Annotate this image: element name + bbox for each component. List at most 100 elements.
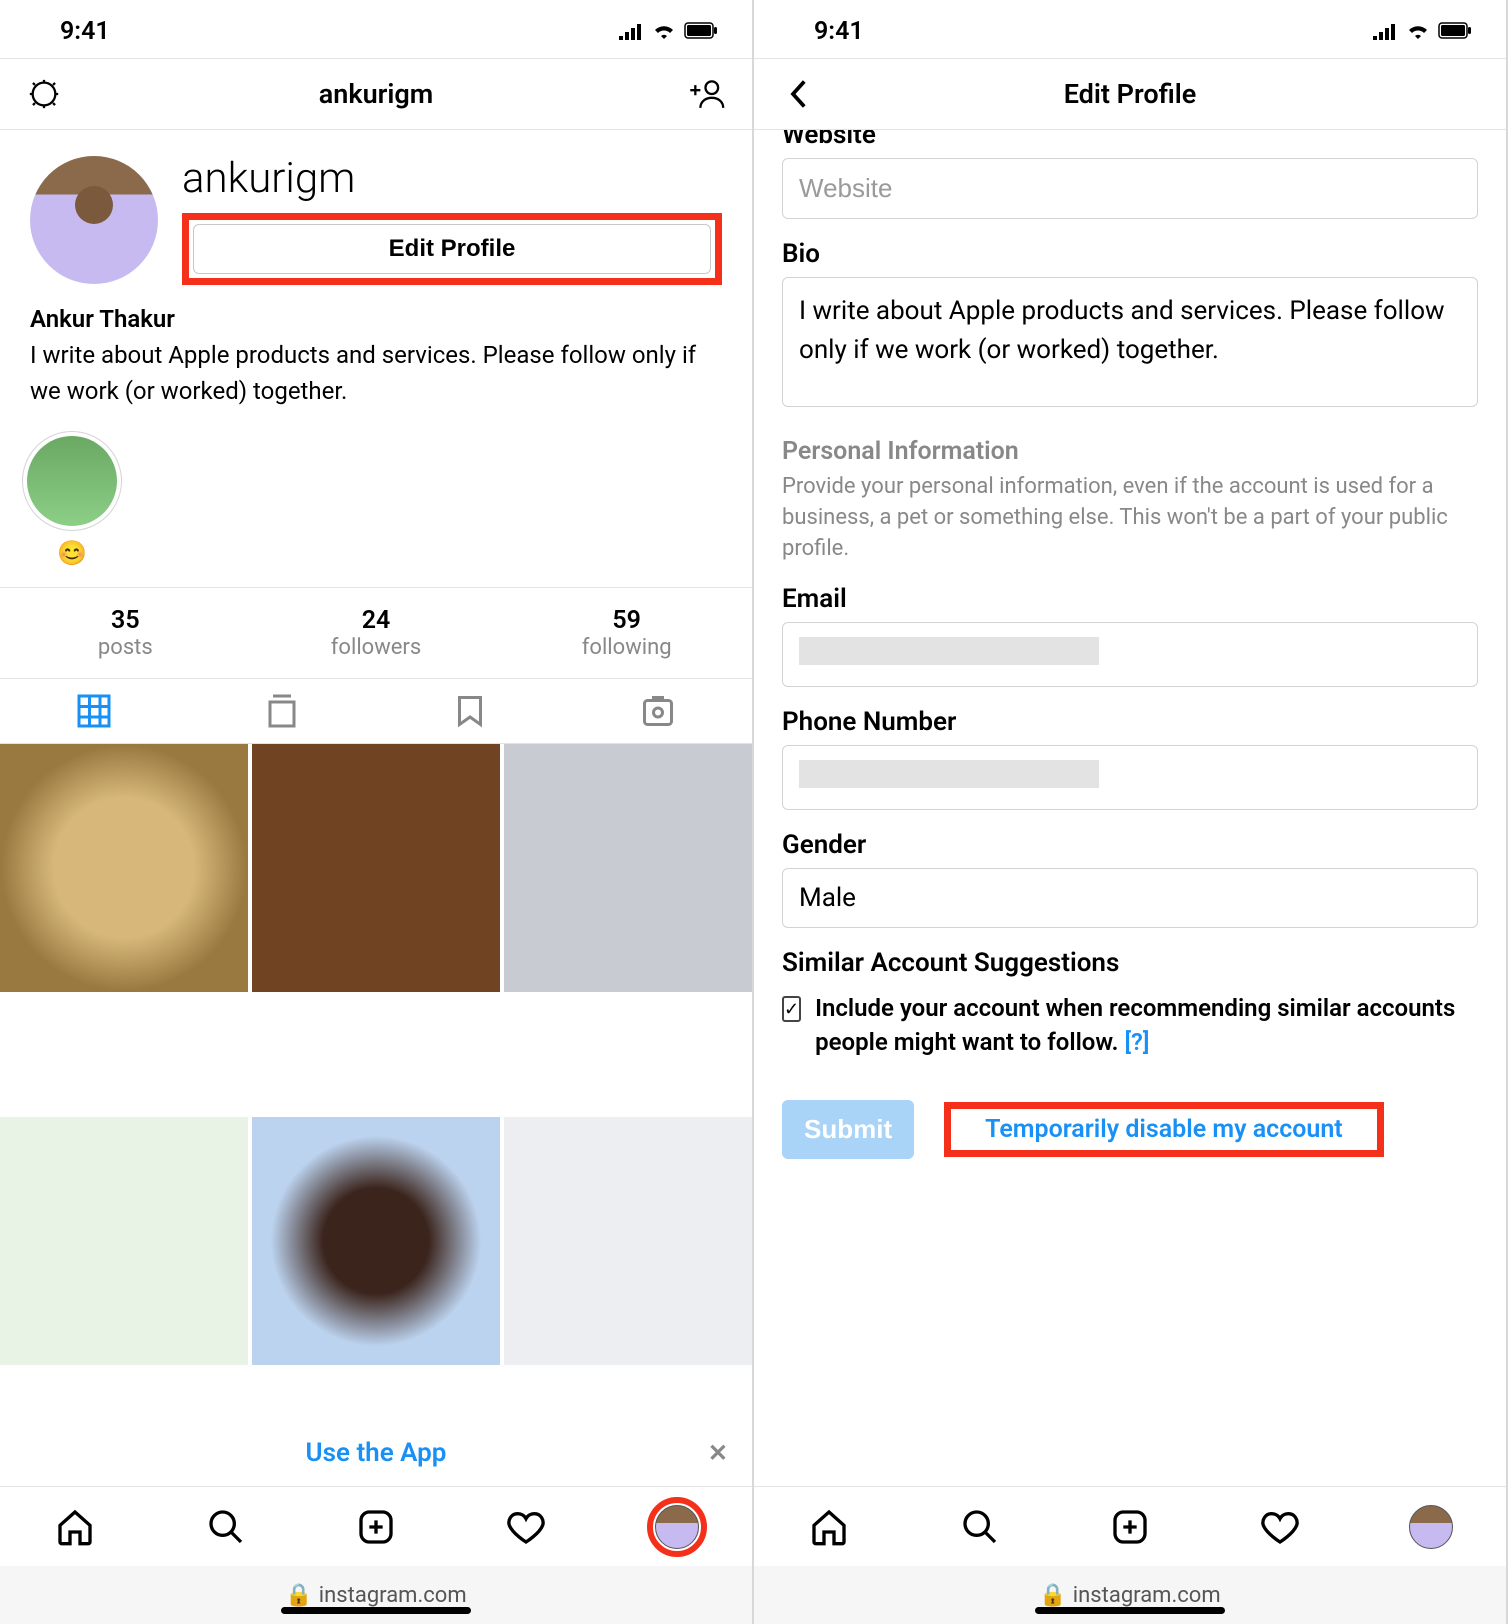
tab-saved[interactable] (376, 679, 564, 743)
tab-profile[interactable] (1356, 1505, 1506, 1549)
posts-count: 35 (0, 606, 251, 635)
add-user-icon[interactable] (688, 74, 728, 114)
gender-input[interactable]: Male (782, 868, 1478, 928)
edit-profile-form: Website Bio I write about Apple products… (754, 130, 1506, 1486)
username: ankurigm (182, 154, 722, 203)
footer-url: instagram.com (319, 1583, 467, 1608)
nav-title: ankurigm (64, 78, 688, 110)
following-count: 59 (501, 606, 752, 635)
profile-tab-highlight (647, 1497, 707, 1557)
status-bar: 9:41 (0, 0, 752, 58)
status-icons (1372, 22, 1474, 40)
profile-meta: Ankur Thakur I write about Apple product… (0, 295, 752, 431)
tab-new-post[interactable] (301, 1507, 451, 1547)
stat-posts[interactable]: 35 posts (0, 588, 251, 678)
phone-left: 9:41 ankurigm ankurigm Edit Profile Anku… (0, 0, 754, 1624)
use-app-text: Use the App (306, 1438, 447, 1468)
disable-highlight: Temporarily disable my account (944, 1102, 1384, 1157)
avatar-icon (655, 1505, 699, 1549)
followers-label: followers (251, 635, 502, 660)
similar-checkbox-row: ✓ Include your account when recommending… (782, 992, 1478, 1059)
tab-new-post[interactable] (1055, 1507, 1205, 1547)
post-thumb[interactable] (504, 744, 752, 992)
bio-text: I write about Apple products and service… (30, 337, 722, 409)
posts-label: posts (0, 635, 251, 660)
footer-url: instagram.com (1073, 1583, 1221, 1608)
nav-header: Edit Profile (754, 58, 1506, 130)
browser-footer: 🔒 instagram.com (0, 1566, 752, 1624)
website-label: Website (782, 130, 1478, 150)
tab-search[interactable] (904, 1507, 1054, 1547)
browser-footer: 🔒 instagram.com (754, 1566, 1506, 1624)
tab-search[interactable] (150, 1507, 300, 1547)
followers-count: 24 (251, 606, 502, 635)
website-input[interactable] (782, 158, 1478, 219)
settings-gear-icon[interactable] (24, 74, 64, 114)
cellular-icon (1372, 22, 1398, 40)
battery-icon (684, 22, 720, 40)
tab-home[interactable] (0, 1507, 150, 1547)
edit-profile-button[interactable]: Edit Profile (193, 224, 711, 274)
profile-avatar[interactable] (30, 156, 158, 284)
similar-text: Include your account when recommending s… (815, 992, 1478, 1059)
submit-row: Submit Temporarily disable my account (782, 1100, 1478, 1159)
email-label: Email (782, 584, 1478, 614)
personal-info-desc: Provide your personal information, even … (782, 472, 1478, 564)
bottom-tab-bar (754, 1486, 1506, 1566)
tab-activity[interactable] (451, 1507, 601, 1547)
email-input[interactable] (782, 622, 1478, 687)
nav-header: ankurigm (0, 58, 752, 130)
status-icons (618, 22, 720, 40)
tab-grid[interactable] (0, 679, 188, 743)
nav-title: Edit Profile (818, 78, 1442, 110)
post-thumb[interactable] (0, 1117, 248, 1365)
submit-button[interactable]: Submit (782, 1100, 914, 1159)
status-time: 9:41 (814, 17, 864, 46)
story-highlight[interactable] (22, 431, 122, 531)
tab-activity[interactable] (1205, 1507, 1355, 1547)
tab-profile[interactable] (602, 1497, 752, 1557)
story-highlight-label: 😊 (22, 539, 122, 567)
posts-grid: Use the App ✕ (0, 744, 752, 1486)
home-indicator (1035, 1607, 1225, 1614)
following-label: following (501, 635, 752, 660)
avatar-icon (1409, 1505, 1453, 1549)
stat-followers[interactable]: 24 followers (251, 588, 502, 678)
personal-info-heading: Personal Information (782, 437, 1478, 466)
post-thumb[interactable] (504, 1117, 752, 1365)
home-indicator (281, 1607, 471, 1614)
close-icon[interactable]: ✕ (708, 1439, 728, 1467)
temporarily-disable-link[interactable]: Temporarily disable my account (965, 1101, 1363, 1158)
phone-right: 9:41 Edit Profile Website Bio I write ab… (754, 0, 1508, 1624)
back-icon[interactable] (778, 74, 818, 114)
tab-tagged[interactable] (564, 679, 752, 743)
help-link[interactable]: [?] (1124, 1028, 1149, 1056)
bottom-tab-bar (0, 1486, 752, 1566)
profile-header: ankurigm Edit Profile (0, 130, 752, 295)
wifi-icon (1406, 22, 1430, 40)
status-bar: 9:41 (754, 0, 1506, 58)
profile-tabs (0, 679, 752, 744)
gender-label: Gender (782, 830, 1478, 860)
post-thumb[interactable] (252, 1117, 500, 1365)
phone-label: Phone Number (782, 707, 1478, 737)
cellular-icon (618, 22, 644, 40)
battery-icon (1438, 22, 1474, 40)
display-name: Ankur Thakur (30, 305, 722, 333)
lock-icon: 🔒 (1039, 1583, 1066, 1608)
bio-input[interactable]: I write about Apple products and service… (782, 277, 1478, 407)
stat-following[interactable]: 59 following (501, 588, 752, 678)
similar-checkbox[interactable]: ✓ (782, 996, 801, 1022)
redacted-phone (799, 760, 1099, 788)
tab-home[interactable] (754, 1507, 904, 1547)
status-time: 9:41 (60, 17, 110, 46)
post-thumb[interactable] (252, 744, 500, 992)
wifi-icon (652, 22, 676, 40)
post-thumb[interactable] (0, 744, 248, 992)
tab-feed[interactable] (188, 679, 376, 743)
nav-spacer (1442, 74, 1482, 114)
use-app-banner[interactable]: Use the App ✕ (0, 1420, 752, 1486)
edit-profile-highlight: Edit Profile (182, 213, 722, 285)
similar-heading: Similar Account Suggestions (782, 948, 1478, 978)
phone-input[interactable] (782, 745, 1478, 810)
